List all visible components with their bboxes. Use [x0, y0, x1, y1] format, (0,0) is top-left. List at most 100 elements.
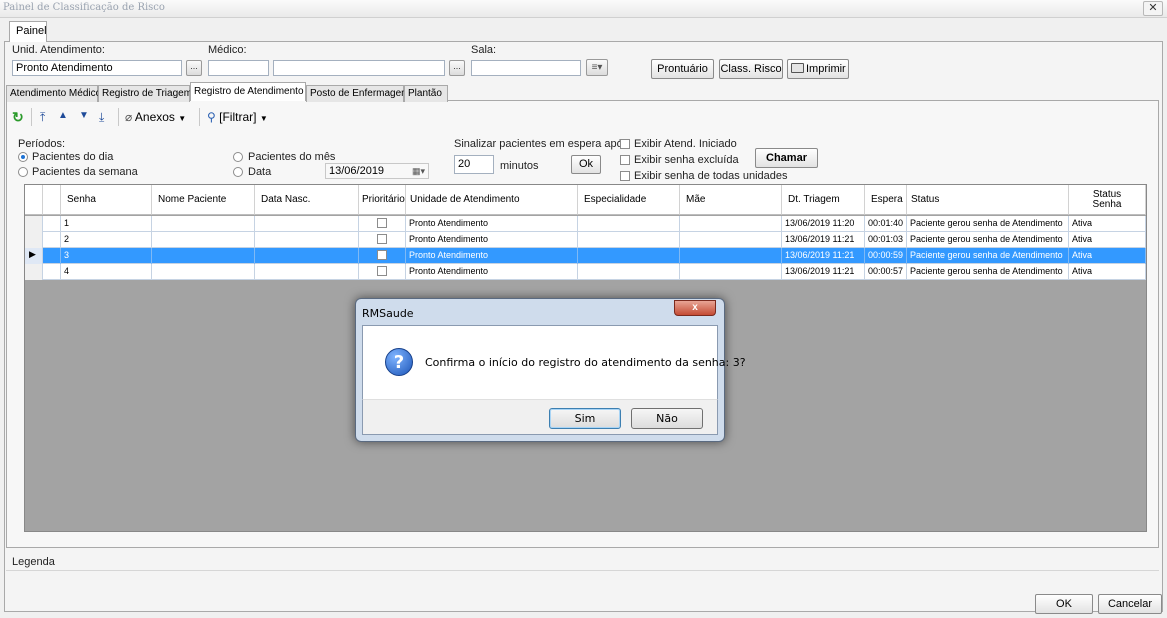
dialog-body: ? Confirma o início do registro do atend… [362, 325, 746, 399]
table-row[interactable]: 4 Pronto Atendimento 13/06/2019 11:21 00:00… [25, 264, 1146, 280]
tab-painel[interactable]: Painel [9, 21, 47, 42]
imprimir-label: Imprimir [806, 63, 846, 75]
periods-label: Períodos: [18, 138, 66, 150]
exibir-atend-iniciado-checkbox[interactable] [620, 139, 630, 149]
prioritario-checkbox[interactable] [377, 250, 387, 260]
cell-unidade: Pronto Atendimento [406, 248, 578, 264]
pacientes-mes-label: Pacientes do mês [248, 151, 336, 163]
tab-atendimento-medico[interactable]: Atendimento Médico [6, 85, 101, 102]
filtrar-button[interactable]: ⚲ [Filtrar] ▼ [207, 110, 268, 124]
chamar-button[interactable]: Chamar [755, 148, 818, 168]
doctor-lookup-button[interactable]: ... [449, 60, 465, 76]
signal-label: Sinalizar pacientes em espera após [454, 138, 629, 150]
move-up-icon[interactable]: ▲ [58, 110, 68, 121]
header-senha[interactable]: Senha [61, 185, 152, 215]
cell-indicator [43, 264, 61, 280]
table-row[interactable]: 1 Pronto Atendimento 13/06/2019 11:20 00:01… [25, 216, 1146, 232]
legend-label: Legenda [12, 556, 55, 568]
header-nome-paciente[interactable]: Nome Paciente [152, 185, 255, 215]
header-status-senha[interactable]: Status Senha [1069, 185, 1146, 215]
header-status[interactable]: Status [907, 185, 1069, 215]
calendar-icon: ▦▾ [411, 166, 425, 176]
toolbar-separator [118, 108, 119, 126]
imprimir-button[interactable]: Imprimir [787, 59, 849, 79]
radio-pacientes-dia[interactable] [18, 152, 28, 162]
room-select-button[interactable]: ≡▾ [586, 59, 608, 76]
tab-registro-triagem[interactable]: Registro de Triagem [98, 85, 192, 102]
ok-signal-button[interactable]: Ok [571, 155, 601, 174]
header-data-nasc[interactable]: Data Nasc. [255, 185, 359, 215]
sim-button[interactable]: Sim [549, 408, 621, 429]
dialog-footer: Sim Não [362, 399, 718, 435]
move-down-icon[interactable]: ▼ [79, 110, 89, 121]
header-especialidade[interactable]: Especialidade [578, 185, 680, 215]
cell-unidade: Pronto Atendimento [406, 264, 578, 280]
cell-status-senha: Ativa [1069, 264, 1146, 280]
table-row[interactable]: 2 Pronto Atendimento 13/06/2019 11:21 00:01… [25, 232, 1146, 248]
cell-espera: 00:00:57 [865, 264, 907, 280]
cell-dt-triagem: 13/06/2019 11:21 [782, 264, 865, 280]
wait-minutes-input[interactable]: 20 [454, 155, 494, 174]
prioritario-checkbox[interactable] [377, 266, 387, 276]
cell-indicator [43, 248, 61, 264]
minutes-label: minutos [500, 160, 539, 172]
cell-data-nasc [255, 264, 359, 280]
tab-posto-enfermagem[interactable]: Posto de Enfermagem [306, 85, 410, 102]
chevron-down-icon: ▼ [178, 114, 187, 123]
nao-button[interactable]: Não [631, 408, 703, 429]
unit-lookup-button[interactable]: ... [186, 60, 202, 76]
row-selector[interactable] [25, 232, 43, 248]
refresh-icon[interactable]: ↻ [12, 109, 24, 126]
doctor-code-field[interactable] [208, 60, 269, 76]
table-row[interactable]: ▶ 3 Pronto Atendimento 13/06/2019 11:21 00:0… [25, 248, 1146, 264]
radio-pacientes-mes[interactable] [233, 152, 243, 162]
doctor-label: Médico: [208, 44, 247, 56]
row-header-corner [25, 185, 43, 215]
prioritario-checkbox[interactable] [377, 234, 387, 244]
window-title: Painel de Classificação de Risco [3, 2, 165, 13]
doctor-name-field[interactable] [273, 60, 445, 76]
row-selector[interactable] [25, 264, 43, 280]
legend-divider [6, 570, 1159, 571]
header-unidade[interactable]: Unidade de Atendimento [406, 185, 578, 215]
header-espera[interactable]: Espera [865, 185, 907, 215]
radio-pacientes-semana[interactable] [18, 167, 28, 177]
header-mae[interactable]: Mãe [680, 185, 782, 215]
tab-plantao[interactable]: Plantão [404, 85, 448, 102]
header-dt-triagem[interactable]: Dt. Triagem [782, 185, 865, 215]
room-field[interactable] [471, 60, 581, 76]
row-selector[interactable] [25, 216, 43, 232]
unit-field[interactable]: Pronto Atendimento [12, 60, 182, 76]
cell-prioritario [359, 232, 406, 248]
ok-button[interactable]: OK [1035, 594, 1093, 614]
cell-senha: 2 [61, 232, 152, 248]
row-selector[interactable]: ▶ [25, 248, 43, 264]
cell-mae [680, 232, 782, 248]
tab-registro-atendimento[interactable]: Registro de Atendimento [190, 82, 306, 101]
cell-data-nasc [255, 232, 359, 248]
window-close-button[interactable]: ✕ [1143, 1, 1163, 16]
move-first-icon[interactable]: ⤒ [40, 110, 45, 125]
cell-dt-triagem: 13/06/2019 11:20 [782, 216, 865, 232]
exibir-senha-excluida-label: Exibir senha excluída [634, 154, 739, 166]
cell-status-senha: Ativa [1069, 216, 1146, 232]
date-picker[interactable]: 13/06/2019 ▦▾ [325, 163, 429, 179]
exibir-senha-excluida-checkbox[interactable] [620, 155, 630, 165]
header-status-senha-line2: Senha [1092, 199, 1122, 210]
cell-especialidade [578, 216, 680, 232]
cell-status: Paciente gerou senha de Atendimento [907, 232, 1069, 248]
exibir-todas-unidades-checkbox[interactable] [620, 171, 630, 181]
header-prioritario[interactable]: Prioritário [359, 185, 406, 215]
cell-status: Paciente gerou senha de Atendimento [907, 216, 1069, 232]
prioritario-checkbox[interactable] [377, 218, 387, 228]
class-risco-button[interactable]: Class. Risco [719, 59, 783, 79]
toolbar-separator [199, 108, 200, 126]
prontuario-button[interactable]: Prontuário [651, 59, 714, 79]
current-row-arrow-icon: ▶ [29, 249, 36, 259]
room-label: Sala: [471, 44, 497, 56]
cancelar-button[interactable]: Cancelar [1098, 594, 1162, 614]
radio-data[interactable] [233, 167, 243, 177]
move-last-icon[interactable]: ⤓ [99, 110, 104, 125]
dialog-close-button[interactable]: x [674, 300, 716, 316]
anexos-button[interactable]: ⌀ Anexos ▼ [125, 110, 186, 124]
